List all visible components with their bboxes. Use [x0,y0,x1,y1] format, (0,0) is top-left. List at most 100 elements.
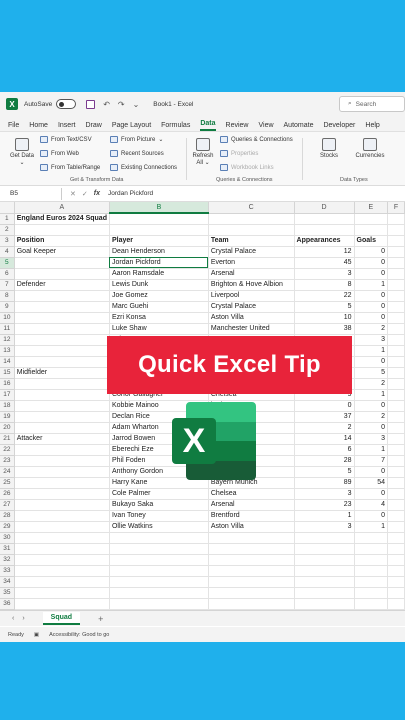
cell[interactable]: 0 [354,488,389,500]
cell[interactable] [109,587,209,599]
add-sheet-icon[interactable]: + [98,614,103,624]
cell[interactable]: Midfielder [14,367,110,379]
column-header[interactable]: F [387,202,405,214]
cell[interactable] [14,301,110,313]
cell[interactable] [109,543,209,555]
row-header[interactable]: 34 [0,576,15,588]
cell[interactable]: 2 [294,422,355,434]
cell[interactable]: 0 [354,356,389,368]
row-header[interactable]: 5 [0,257,15,269]
cell[interactable] [387,565,405,577]
cell[interactable]: 0 [354,301,389,313]
cell[interactable]: Dean Henderson [109,246,209,258]
cell[interactable] [14,455,110,467]
row-header[interactable]: 12 [0,334,15,346]
cell[interactable] [14,510,110,522]
cell[interactable]: 22 [294,290,355,302]
macro-record-icon[interactable]: ▣ [34,632,39,638]
properties-button[interactable]: Properties [220,150,258,157]
tab-review[interactable]: Review [226,122,249,131]
cell[interactable] [387,301,405,313]
cell[interactable] [14,389,110,401]
row-header[interactable]: 35 [0,587,15,599]
cell[interactable]: Arsenal [208,268,295,280]
cell[interactable] [294,576,355,588]
cell[interactable] [387,334,405,346]
cell[interactable]: 0 [354,257,389,269]
cell[interactable]: Brentford [208,510,295,522]
cell[interactable] [208,587,295,599]
cell[interactable]: 5 [294,466,355,478]
cell[interactable]: 54 [354,477,389,489]
accessibility-status[interactable]: Accessibility: Good to go [49,632,109,638]
sheet-nav-arrows-icon[interactable]: ‹› [12,615,33,622]
cell[interactable] [14,466,110,478]
cell[interactable]: Aaron Ramsdale [109,268,209,280]
cell[interactable]: Lewis Dunk [109,279,209,291]
cell[interactable] [387,532,405,544]
cell[interactable] [14,334,110,346]
row-header[interactable]: 16 [0,378,15,390]
cell[interactable]: Crystal Palace [208,301,295,313]
row-header[interactable]: 4 [0,246,15,258]
cell[interactable] [208,532,295,544]
tab-page-layout[interactable]: Page Layout [112,122,151,131]
cell[interactable]: 45 [294,257,355,269]
row-header[interactable]: 13 [0,345,15,357]
from-web-button[interactable]: From Web [40,150,79,157]
cell[interactable]: 6 [294,444,355,456]
cell[interactable]: Team [208,235,295,247]
existing-connections-button[interactable]: Existing Connections [110,164,177,171]
cell[interactable]: Arsenal [208,499,295,511]
cell[interactable]: 0 [354,466,389,478]
cell[interactable] [354,565,389,577]
cell[interactable] [294,554,355,566]
cell[interactable] [14,323,110,335]
cell[interactable] [109,576,209,588]
cell[interactable]: 89 [294,477,355,489]
tab-home[interactable]: Home [29,122,48,131]
cell[interactable] [387,411,405,423]
row-header[interactable]: 31 [0,543,15,555]
cell[interactable]: Aston Villa [208,312,295,324]
tab-developer[interactable]: Developer [323,122,355,131]
cell[interactable] [14,499,110,511]
cell[interactable]: Liverpool [208,290,295,302]
cell[interactable] [14,356,110,368]
cell[interactable]: Joe Gomez [109,290,209,302]
cell[interactable]: 0 [354,312,389,324]
row-header[interactable]: 15 [0,367,15,379]
cell[interactable]: Luke Shaw [109,323,209,335]
row-header[interactable]: 24 [0,466,15,478]
cell[interactable] [109,598,209,610]
cell[interactable] [387,323,405,335]
name-box[interactable]: B5 [2,187,62,200]
undo-icon[interactable]: ↶ [103,100,110,109]
cell[interactable]: Brighton & Hove Albion [208,279,295,291]
cell[interactable]: 1 [354,444,389,456]
cell[interactable]: 1 [354,345,389,357]
workbook-links-button[interactable]: Workbook Links [220,164,274,171]
cell[interactable]: 10 [294,312,355,324]
cell[interactable]: 38 [294,323,355,335]
recent-sources-button[interactable]: Recent Sources [110,150,164,157]
cell[interactable] [354,587,389,599]
from-table-range-button[interactable]: From Table/Range [40,164,100,171]
sheet-tab-squad[interactable]: Squad [42,612,81,625]
tab-formulas[interactable]: Formulas [161,122,190,131]
cell[interactable] [354,554,389,566]
cell[interactable] [14,257,110,269]
cell[interactable]: Goals [354,235,389,247]
cell[interactable] [14,554,110,566]
cell[interactable] [387,224,405,236]
cell[interactable] [208,598,295,610]
cell[interactable]: 23 [294,499,355,511]
cell[interactable]: Bukayo Saka [109,499,209,511]
cell[interactable] [387,345,405,357]
cell[interactable]: Jordan Pickford [109,257,209,269]
cell[interactable] [387,246,405,258]
cell[interactable]: 3 [354,433,389,445]
cell[interactable]: 2 [354,378,389,390]
cell[interactable] [354,224,389,236]
row-header[interactable]: 8 [0,290,15,302]
